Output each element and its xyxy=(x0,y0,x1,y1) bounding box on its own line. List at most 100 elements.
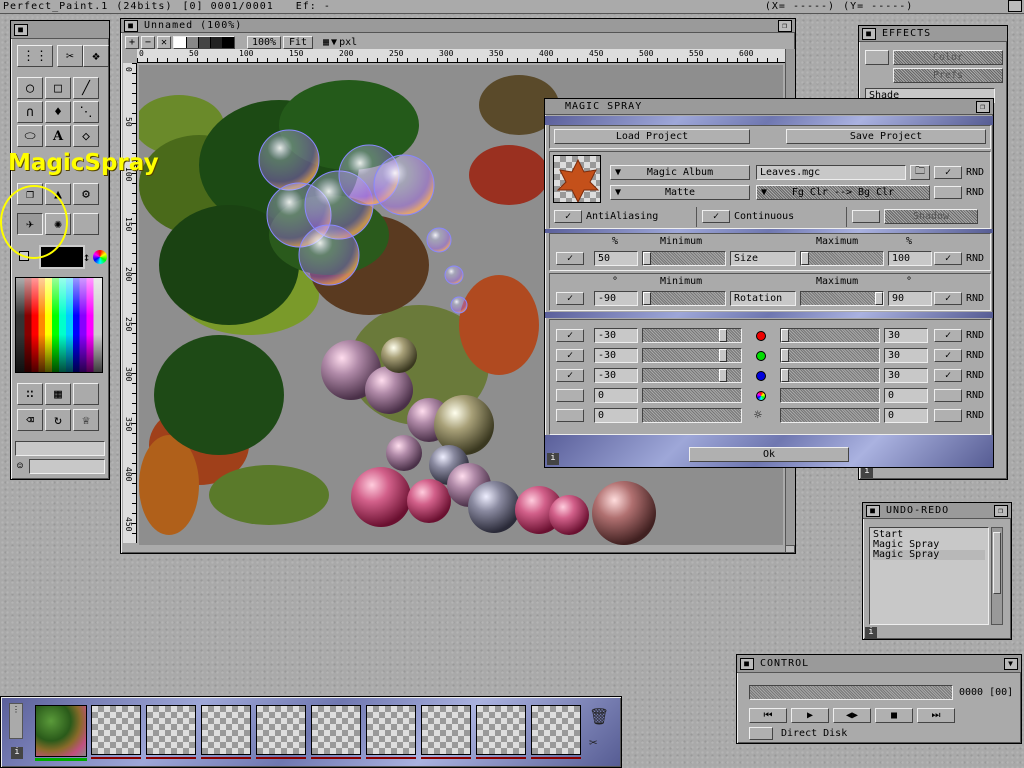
frame-thumbnail[interactable] xyxy=(35,705,87,757)
cut-frame-icon[interactable]: ✂ xyxy=(589,735,597,751)
slider-knob[interactable] xyxy=(875,292,883,305)
save-project-button[interactable]: Save Project xyxy=(786,129,986,144)
saturation-min-field[interactable]: 0 xyxy=(594,388,638,403)
line-tool-icon[interactable]: ╱ xyxy=(73,77,99,99)
ok-button[interactable]: Ok xyxy=(689,447,849,462)
frame-slot[interactable] xyxy=(476,705,526,755)
blue-max-field[interactable]: 30 xyxy=(884,368,928,383)
resize-gadget[interactable] xyxy=(785,545,795,553)
folder-icon[interactable]: 🗀 xyxy=(910,165,930,180)
refresh-icon[interactable]: ↻ xyxy=(45,409,71,431)
last-frame-button[interactable]: ⏭ xyxy=(917,708,955,723)
album-rnd-checkbox[interactable]: ✓ xyxy=(934,166,962,179)
saturation-min-slider[interactable] xyxy=(642,388,742,403)
magic-spray-titlebar[interactable]: MAGIC SPRAY ❐ xyxy=(545,99,993,115)
slider-knob[interactable] xyxy=(643,292,651,305)
frame-slot[interactable] xyxy=(421,705,471,755)
chevron-down-icon[interactable]: ▼ xyxy=(1004,657,1018,670)
magic-spray-info-icon[interactable]: i xyxy=(547,453,559,465)
green-max-slider[interactable] xyxy=(780,348,880,363)
rotation-link-checkbox[interactable]: ✓ xyxy=(556,292,584,305)
curve-tool-icon[interactable]: ∩ xyxy=(17,101,43,123)
rotation-min-field[interactable]: -90 xyxy=(594,291,638,306)
red-max-field[interactable]: 30 xyxy=(884,328,928,343)
album-file-field[interactable]: Leaves.mgc xyxy=(756,165,906,180)
blue-min-slider[interactable] xyxy=(642,368,742,383)
antialiasing-checkbox[interactable]: ✓ xyxy=(554,210,582,223)
brightness-min-slider[interactable] xyxy=(642,408,742,423)
effects-prefs-button[interactable]: Prefs xyxy=(893,68,1003,83)
effects-toggle[interactable] xyxy=(865,50,889,65)
green-min-slider[interactable] xyxy=(642,348,742,363)
blue-rnd-checkbox[interactable]: ✓ xyxy=(934,369,962,382)
frame-slot[interactable] xyxy=(146,705,196,755)
zoom-in-button[interactable]: + xyxy=(125,35,139,49)
size-min-field[interactable]: 50 xyxy=(594,251,638,266)
frame-slot[interactable] xyxy=(256,705,306,755)
frame-slot[interactable] xyxy=(366,705,416,755)
saturation-rnd-checkbox[interactable] xyxy=(934,389,962,402)
slider-knob[interactable] xyxy=(719,329,727,342)
brightness-link-checkbox[interactable] xyxy=(556,409,584,422)
zoom-level-button[interactable]: 100% xyxy=(247,35,281,49)
fit-button[interactable]: Fit xyxy=(283,35,313,49)
swap-colors-icon[interactable]: ↕ xyxy=(83,250,90,264)
depth-icon[interactable]: ❐ xyxy=(976,100,990,113)
canvas-titlebar[interactable]: ■ Unnamed (100%) ❐ xyxy=(121,19,795,33)
close-icon[interactable]: ■ xyxy=(866,504,880,517)
fill-tool-icon[interactable]: ❖ xyxy=(83,45,109,67)
color-mode-button[interactable]: ▼ Fg Clr --> Bg Clr xyxy=(756,185,930,200)
brightness-min-field[interactable]: 0 xyxy=(594,408,638,423)
blue-link-checkbox[interactable]: ✓ xyxy=(556,369,584,382)
smudge-tool-icon[interactable]: ⚙ xyxy=(73,183,99,205)
size-max-slider[interactable] xyxy=(800,251,884,266)
grid-icon[interactable]: ▦ xyxy=(323,37,329,48)
stop-button[interactable]: ■ xyxy=(875,708,913,723)
dither-tool-icon[interactable] xyxy=(73,213,99,235)
green-link-checkbox[interactable]: ✓ xyxy=(556,349,584,362)
frame-slot[interactable] xyxy=(311,705,361,755)
slider-knob[interactable] xyxy=(643,252,651,265)
saturation-link-checkbox[interactable] xyxy=(556,389,584,402)
dotted-line-icon[interactable]: ⋱ xyxy=(73,101,99,123)
close-icon[interactable]: ■ xyxy=(14,23,28,36)
matte-button[interactable]: ▼ Matte xyxy=(610,185,750,200)
rotation-max-field[interactable]: 90 xyxy=(888,291,932,306)
blue-min-field[interactable]: -30 xyxy=(594,368,638,383)
red-min-slider[interactable] xyxy=(642,328,742,343)
slider-knob[interactable] xyxy=(719,369,727,382)
slider-knob[interactable] xyxy=(781,349,789,362)
slider-knob[interactable] xyxy=(781,369,789,382)
green-min-field[interactable]: -30 xyxy=(594,348,638,363)
list-item[interactable]: Magic Spray xyxy=(873,550,985,560)
history-list[interactable]: Start Magic Spray Magic Spray xyxy=(869,527,989,625)
frame-slot[interactable] xyxy=(201,705,251,755)
red-link-checkbox[interactable]: ✓ xyxy=(556,329,584,342)
crown-icon[interactable]: ♕ xyxy=(73,409,99,431)
grid-dots-icon[interactable]: ∷ xyxy=(17,383,43,405)
play-button[interactable]: ▶ xyxy=(791,708,829,723)
continuous-checkbox[interactable]: ✓ xyxy=(702,210,730,223)
grid-icon[interactable]: ▦ xyxy=(45,383,71,405)
toolbox-titlebar[interactable]: ■ xyxy=(11,21,109,39)
ellipse-tool-icon[interactable]: ⬭ xyxy=(17,125,43,147)
depth-icon[interactable]: ❐ xyxy=(778,19,792,32)
circle-tool-icon[interactable]: ◯ xyxy=(17,77,43,99)
close-icon[interactable]: ■ xyxy=(124,19,138,32)
slider-knob[interactable] xyxy=(801,252,809,265)
shadow-button[interactable]: Shadow xyxy=(884,209,978,224)
effects-color-button[interactable]: Color xyxy=(893,50,1003,65)
frame-slot[interactable] xyxy=(531,705,581,755)
saturation-max-slider[interactable] xyxy=(780,388,880,403)
slider-knob[interactable] xyxy=(781,329,789,342)
rectangle-tool-icon[interactable]: □ xyxy=(45,77,71,99)
close-icon[interactable]: ■ xyxy=(862,27,876,40)
undo-info-icon[interactable]: i xyxy=(865,627,877,639)
green-rnd-checkbox[interactable]: ✓ xyxy=(934,349,962,362)
trash-icon[interactable]: ⌫ xyxy=(17,409,43,431)
direct-disk-checkbox[interactable] xyxy=(749,727,773,740)
size-link-checkbox[interactable]: ✓ xyxy=(556,252,584,265)
chevron-down-icon[interactable]: ▼ xyxy=(331,37,337,48)
screen-depth-gadget[interactable] xyxy=(1008,0,1022,12)
frame-slot[interactable] xyxy=(91,705,141,755)
